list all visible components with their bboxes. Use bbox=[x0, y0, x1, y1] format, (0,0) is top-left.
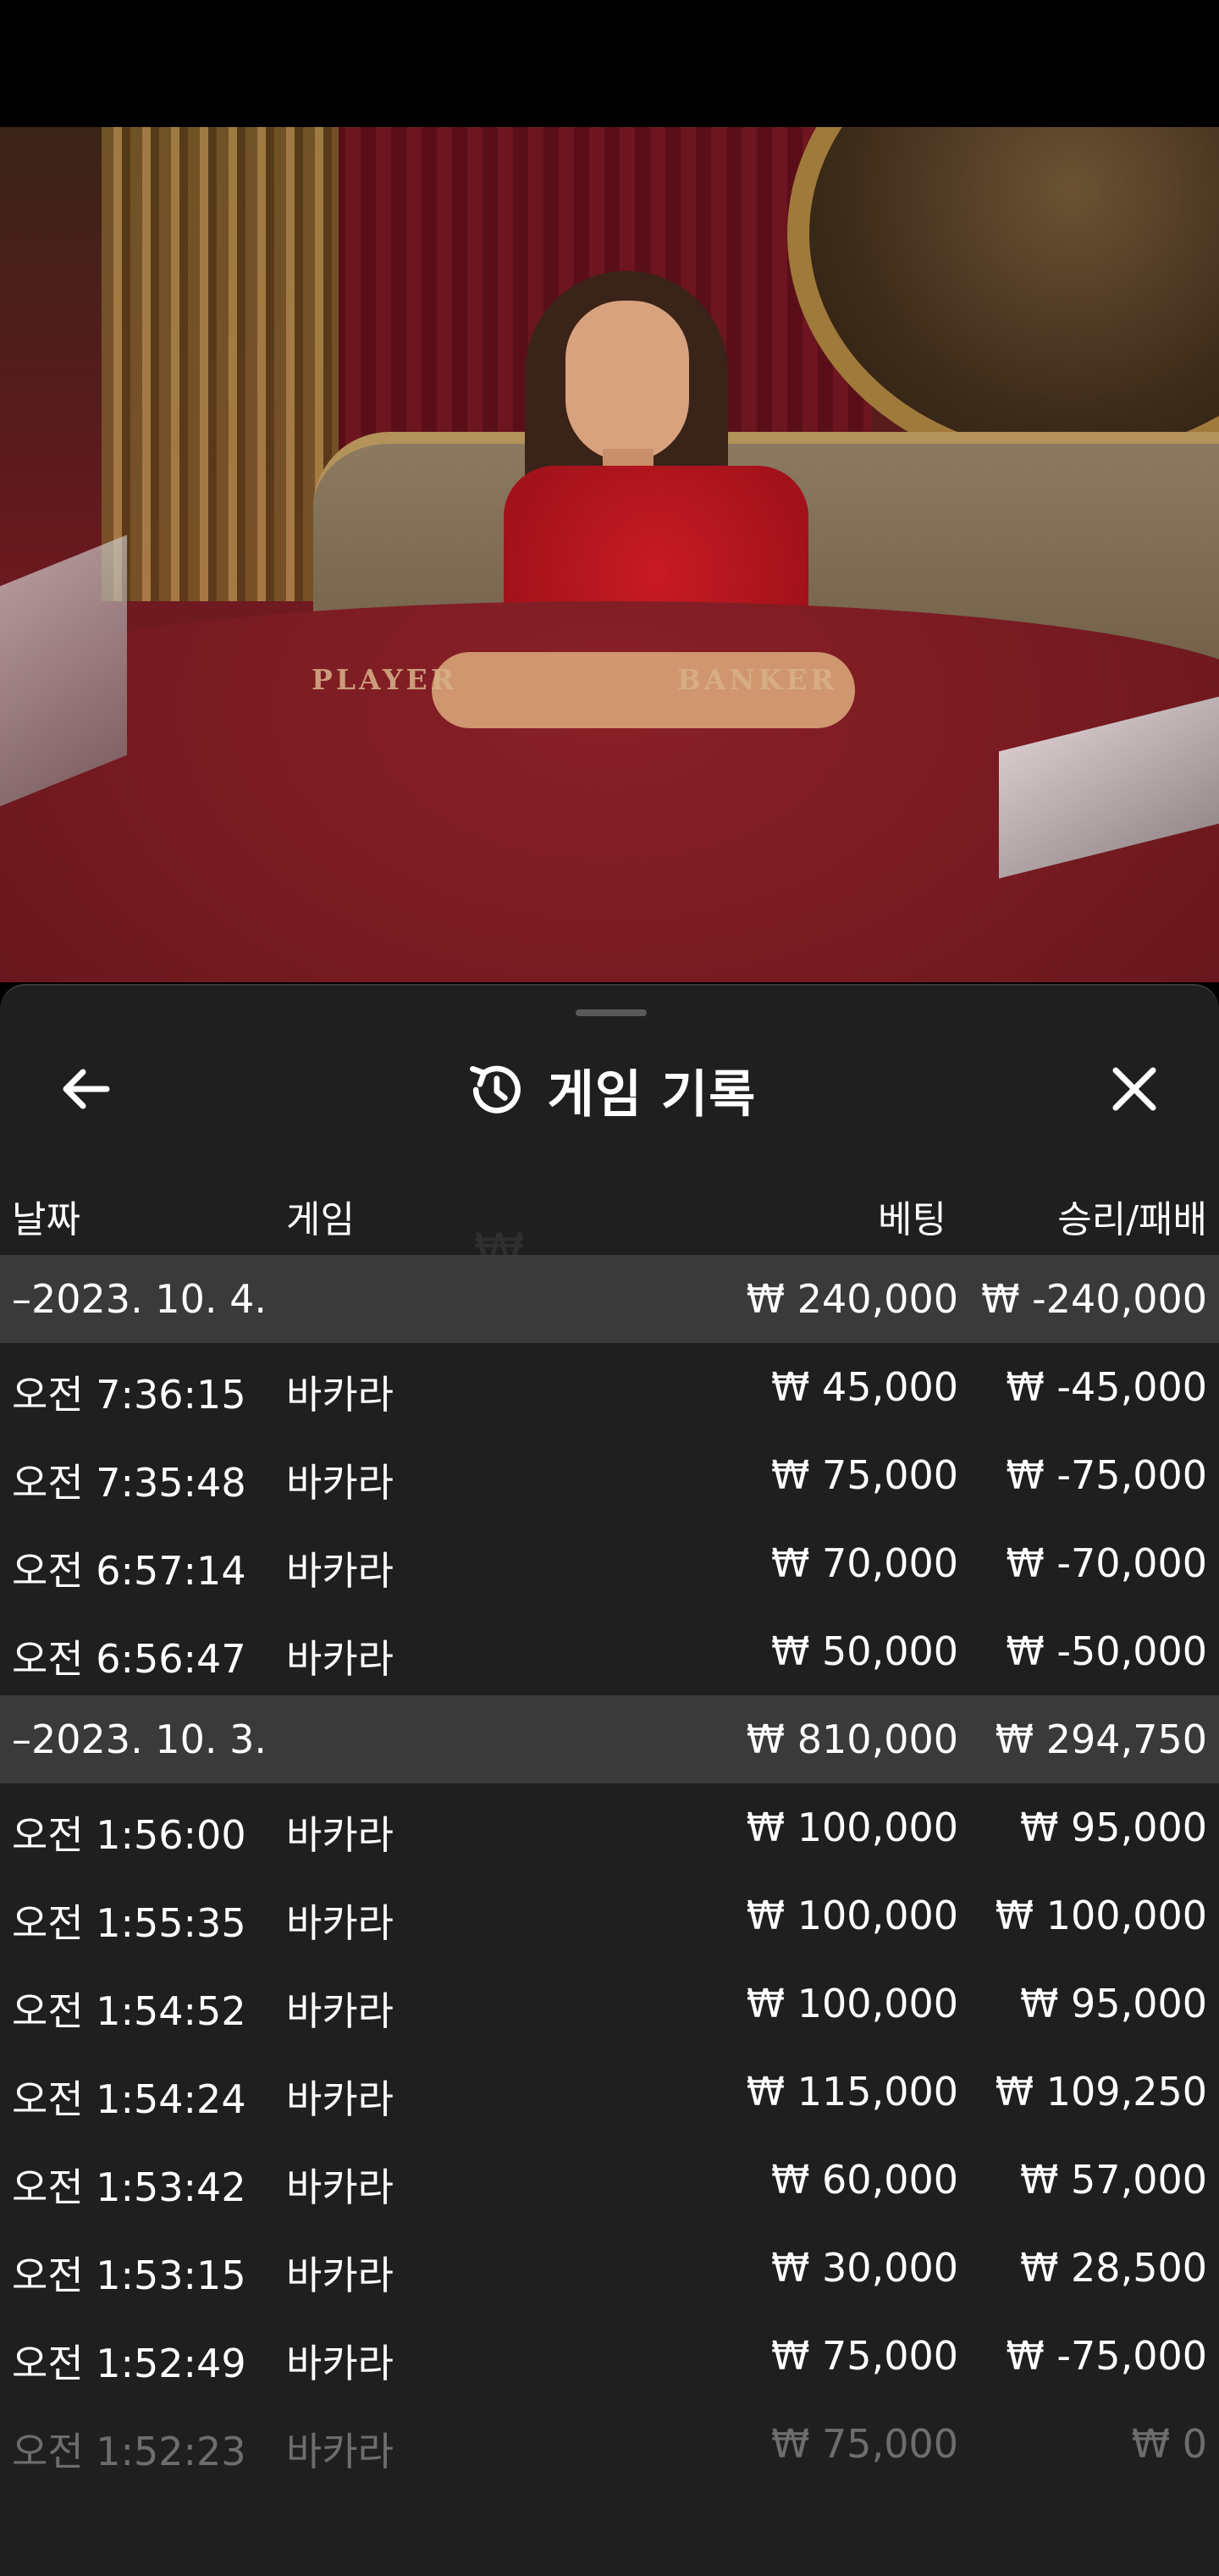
status-bar bbox=[0, 0, 1219, 127]
row-game: 바카라 bbox=[286, 2429, 394, 2474]
history-row[interactable]: 오전 6:57:14 바카라 ₩ 70,000 ₩ -70,000 bbox=[0, 1519, 1219, 1607]
row-game: 바카라 bbox=[286, 2164, 394, 2210]
row-game: 바카라 bbox=[286, 1372, 394, 1418]
live-dealer-video: PLAYER BANKER bbox=[0, 127, 1219, 982]
row-bet: ₩ 100,000 bbox=[746, 1981, 958, 2026]
row-bet: ₩ 45,000 bbox=[770, 1364, 958, 1410]
column-header-result: 승리/패배 bbox=[1057, 1198, 1207, 1241]
row-bet: ₩ 100,000 bbox=[746, 1805, 958, 1850]
row-result: ₩ 95,000 bbox=[1019, 1805, 1207, 1850]
row-bet: ₩ 75,000 bbox=[770, 1452, 958, 1498]
history-row[interactable]: 오전 1:53:42 바카라 ₩ 60,000 ₩ 57,000 bbox=[0, 2136, 1219, 2224]
row-time: 오전 1:53:15 bbox=[12, 2253, 246, 2298]
history-row[interactable]: 오전 1:55:35 바카라 ₩ 100,000 ₩ 100,000 bbox=[0, 1871, 1219, 1960]
row-time: 오전 1:54:24 bbox=[12, 2076, 246, 2122]
history-row[interactable]: 오전 7:36:15 바카라 ₩ 45,000 ₩ -45,000 bbox=[0, 1343, 1219, 1431]
row-time: 오전 1:55:35 bbox=[12, 1900, 246, 1946]
column-header-date: 날짜 bbox=[12, 1198, 80, 1241]
drag-handle[interactable] bbox=[576, 1009, 647, 1016]
row-result: ₩ -75,000 bbox=[1006, 1452, 1207, 1498]
row-result: ₩ 100,000 bbox=[995, 1893, 1207, 1938]
history-row[interactable]: 오전 6:56:47 바카라 ₩ 50,000 ₩ -50,000 bbox=[0, 1607, 1219, 1695]
gold-pillar bbox=[102, 127, 339, 601]
row-time: 오전 7:36:15 bbox=[12, 1372, 246, 1418]
row-result: ₩ -70,000 bbox=[1006, 1540, 1207, 1586]
history-row[interactable]: 오전 7:35:48 바카라 ₩ 75,000 ₩ -75,000 bbox=[0, 1431, 1219, 1519]
row-bet: ₩ 70,000 bbox=[770, 1540, 958, 1586]
date-group-header[interactable]: –2023. 10. 3. ₩ 810,000 ₩ 294,750 bbox=[0, 1695, 1219, 1783]
row-time: 오전 6:57:14 bbox=[12, 1548, 246, 1594]
row-game: 바카라 bbox=[286, 1636, 394, 1682]
row-bet: ₩ 50,000 bbox=[770, 1628, 958, 1674]
history-row[interactable]: 오전 1:54:52 바카라 ₩ 100,000 ₩ 95,000 bbox=[0, 1960, 1219, 2048]
group-total-result: ₩ 294,750 bbox=[995, 1716, 1207, 1762]
page-title: 게임 기록 bbox=[547, 1064, 757, 1125]
row-result: ₩ -45,000 bbox=[1006, 1364, 1207, 1410]
row-time: 오전 1:54:52 bbox=[12, 1988, 246, 2034]
column-header-game: 게임 bbox=[286, 1198, 355, 1241]
group-total-result: ₩ -240,000 bbox=[981, 1276, 1207, 1322]
close-icon bbox=[1112, 1067, 1156, 1111]
row-bet: ₩ 100,000 bbox=[746, 1893, 958, 1938]
history-row[interactable]: 오전 1:54:24 바카라 ₩ 115,000 ₩ 109,250 bbox=[0, 2048, 1219, 2136]
row-result: ₩ 109,250 bbox=[995, 2069, 1207, 2114]
row-bet: ₩ 30,000 bbox=[770, 2245, 958, 2291]
date-group-header[interactable]: –2023. 10. 4. ₩ 240,000 ₩ -240,000 bbox=[0, 1255, 1219, 1343]
history-icon bbox=[469, 1065, 521, 1114]
row-game: 바카라 bbox=[286, 1460, 394, 1506]
close-button[interactable] bbox=[1100, 1055, 1168, 1123]
row-game: 바카라 bbox=[286, 2253, 394, 2298]
row-result: ₩ -50,000 bbox=[1006, 1628, 1207, 1674]
row-bet: ₩ 60,000 bbox=[770, 2157, 958, 2203]
row-time: 오전 1:56:00 bbox=[12, 1812, 246, 1858]
history-row[interactable]: 오전 1:56:00 바카라 ₩ 100,000 ₩ 95,000 bbox=[0, 1783, 1219, 1871]
row-bet: ₩ 75,000 bbox=[770, 2333, 958, 2379]
group-total-bet: ₩ 810,000 bbox=[746, 1716, 958, 1762]
row-time: 오전 1:52:23 bbox=[12, 2429, 246, 2474]
row-result: ₩ 57,000 bbox=[1019, 2157, 1207, 2203]
history-row[interactable]: 오전 1:52:49 바카라 ₩ 75,000 ₩ -75,000 bbox=[0, 2312, 1219, 2400]
history-list: –2023. 10. 4. ₩ 240,000 ₩ -240,000 오전 7:… bbox=[0, 1255, 1219, 2488]
history-row[interactable]: 오전 1:53:15 바카라 ₩ 30,000 ₩ 28,500 bbox=[0, 2224, 1219, 2312]
row-time: 오전 1:53:42 bbox=[12, 2164, 246, 2210]
row-game: 바카라 bbox=[286, 1812, 394, 1858]
row-result: ₩ 28,500 bbox=[1019, 2245, 1207, 2291]
group-date: –2023. 10. 3. bbox=[12, 1716, 267, 1762]
group-total-bet: ₩ 240,000 bbox=[746, 1276, 958, 1322]
row-bet: ₩ 75,000 bbox=[770, 2421, 958, 2467]
felt-label-player: PLAYER bbox=[312, 663, 458, 696]
row-game: 바카라 bbox=[286, 1988, 394, 2034]
group-date: –2023. 10. 4. bbox=[12, 1276, 267, 1322]
row-bet: ₩ 115,000 bbox=[746, 2069, 958, 2114]
row-time: 오전 6:56:47 bbox=[12, 1636, 246, 1682]
game-history-panel: ₩ 게임 기록 날짜 게임 베팅 승리/패배 –2023. 10. 4. ₩ 2… bbox=[0, 984, 1219, 2576]
panel-header: 게임 기록 bbox=[0, 1052, 1219, 1128]
felt-label-banker: BANKER bbox=[677, 663, 837, 696]
dealer-face bbox=[565, 301, 689, 462]
row-game: 바카라 bbox=[286, 2341, 394, 2386]
column-header-bet: 베팅 bbox=[878, 1198, 946, 1241]
row-time: 오전 1:52:49 bbox=[12, 2341, 246, 2386]
row-result: ₩ -75,000 bbox=[1006, 2333, 1207, 2379]
row-game: 바카라 bbox=[286, 1900, 394, 1946]
row-game: 바카라 bbox=[286, 2076, 394, 2122]
row-result: ₩ 0 bbox=[1131, 2421, 1207, 2467]
column-headers: 날짜 게임 베팅 승리/패배 bbox=[0, 1177, 1219, 1245]
row-game: 바카라 bbox=[286, 1548, 394, 1594]
history-row[interactable]: 오전 1:52:23 바카라 ₩ 75,000 ₩ 0 bbox=[0, 2400, 1219, 2488]
row-result: ₩ 95,000 bbox=[1019, 1981, 1207, 2026]
row-time: 오전 7:35:48 bbox=[12, 1460, 246, 1506]
